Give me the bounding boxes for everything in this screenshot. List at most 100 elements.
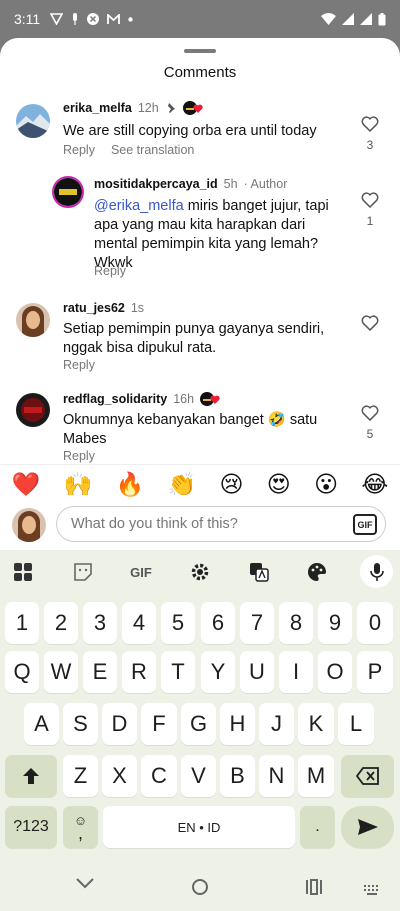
reply-button[interactable]: Reply: [63, 143, 95, 157]
key-t[interactable]: T: [161, 651, 195, 693]
mention-link[interactable]: @erika_melfa: [94, 198, 184, 214]
creator-liked-badge-icon: [200, 392, 222, 406]
key-0[interactable]: 0: [357, 602, 393, 644]
key-z[interactable]: Z: [63, 755, 98, 797]
key-a[interactable]: A: [24, 703, 59, 745]
key-5[interactable]: 5: [161, 602, 195, 644]
key-g[interactable]: G: [181, 703, 216, 745]
key-6[interactable]: 6: [201, 602, 235, 644]
keyboard-gif-button[interactable]: GIF: [126, 561, 156, 583]
drag-handle[interactable]: [184, 49, 216, 53]
comment-time: 1s: [130, 301, 145, 315]
comment-text: Setiap pemimpin punya gayanya sendiri, n…: [63, 321, 325, 356]
author-badge: · Author: [243, 177, 288, 191]
comment-username[interactable]: mositidakpercaya_id: [94, 177, 218, 191]
key-e[interactable]: E: [83, 651, 117, 693]
reaction-heart-eyes[interactable]: 😍: [267, 471, 291, 498]
key-b[interactable]: B: [220, 755, 255, 797]
like-count: 5: [366, 427, 374, 441]
key-8[interactable]: 8: [279, 602, 313, 644]
key-w[interactable]: W: [44, 651, 78, 693]
key-s[interactable]: S: [63, 703, 98, 745]
system-nav-bar: [0, 862, 400, 911]
key-c[interactable]: C: [141, 755, 177, 797]
theme-palette-icon[interactable]: [306, 561, 328, 583]
key-n[interactable]: N: [259, 755, 294, 797]
key-9[interactable]: 9: [318, 602, 352, 644]
reply-button[interactable]: Reply: [63, 449, 95, 463]
key-v[interactable]: V: [181, 755, 216, 797]
settings-gear-icon[interactable]: [189, 561, 211, 583]
avatar[interactable]: [16, 393, 50, 427]
comment-item: redflag_solidarity 16h Oknumnya kebanyak…: [0, 390, 400, 464]
key-d[interactable]: D: [102, 703, 137, 745]
reply-composer: What do you think of this? GIF: [0, 504, 400, 550]
reaction-crying[interactable]: 😢: [219, 471, 243, 498]
reaction-fire[interactable]: 🔥: [116, 471, 145, 498]
key-4[interactable]: 4: [122, 602, 156, 644]
key-u[interactable]: U: [240, 651, 274, 693]
key-2[interactable]: 2: [44, 602, 78, 644]
key-m[interactable]: M: [298, 755, 334, 797]
heart-icon[interactable]: [361, 192, 379, 208]
key-o[interactable]: O: [318, 651, 352, 693]
reaction-raised-hands[interactable]: 🙌: [64, 471, 93, 498]
reply-button[interactable]: Reply: [63, 358, 95, 372]
key-y[interactable]: Y: [201, 651, 235, 693]
recents-icon[interactable]: [305, 879, 323, 900]
heart-icon[interactable]: [361, 405, 379, 421]
translate-icon[interactable]: [248, 561, 270, 583]
quick-reactions-bar: ❤️ 🙌 🔥 👏 😢 😍 😮 😂: [0, 464, 400, 504]
key-1[interactable]: 1: [5, 602, 39, 644]
home-circle-icon[interactable]: [191, 878, 209, 901]
key-7[interactable]: 7: [240, 602, 274, 644]
comment-item: ratu_jes62 1s Setiap pemimpin punya gaya…: [0, 300, 400, 374]
emoji-comma-key[interactable]: ☺ ,: [63, 806, 98, 848]
reply-button[interactable]: Reply: [94, 264, 126, 278]
key-h[interactable]: H: [220, 703, 255, 745]
heart-icon[interactable]: [361, 116, 379, 132]
key-p[interactable]: P: [357, 651, 393, 693]
keyboard-switch-icon[interactable]: [364, 882, 380, 900]
comment-input[interactable]: What do you think of this? GIF: [56, 506, 386, 542]
keyboard: GIF 1 2 3 4 5 6 7 8 9 0 Q W E R T Y U I …: [0, 550, 400, 911]
backspace-key[interactable]: [341, 755, 394, 797]
voice-input-button[interactable]: [360, 555, 393, 588]
reaction-laughing[interactable]: 😂: [361, 471, 388, 498]
key-j[interactable]: J: [259, 703, 294, 745]
sticker-icon[interactable]: [72, 561, 94, 583]
avatar[interactable]: [16, 104, 50, 138]
reaction-clap[interactable]: 👏: [168, 471, 197, 498]
comment-username[interactable]: ratu_jes62: [63, 301, 125, 315]
wifi-icon: [321, 13, 336, 25]
avatar[interactable]: [16, 303, 50, 337]
avatar[interactable]: [52, 176, 84, 208]
comment-username[interactable]: erika_melfa: [63, 101, 132, 115]
shift-key[interactable]: [5, 755, 57, 797]
back-chevron-icon[interactable]: [76, 876, 94, 894]
comment-text: Oknumnya kebanyakan banget 🤣 satu Mabes: [63, 412, 318, 447]
symbols-key[interactable]: ?123: [5, 806, 57, 848]
heart-icon[interactable]: [361, 315, 379, 331]
send-key[interactable]: [341, 806, 394, 848]
apps-grid-icon[interactable]: [12, 561, 34, 583]
key-q[interactable]: Q: [5, 651, 39, 693]
key-i[interactable]: I: [279, 651, 313, 693]
see-translation-button[interactable]: See translation: [111, 143, 194, 157]
reaction-heart[interactable]: ❤️: [12, 471, 41, 498]
key-f[interactable]: F: [141, 703, 177, 745]
reaction-surprised[interactable]: 😮: [314, 471, 338, 498]
key-x[interactable]: X: [102, 755, 137, 797]
microphone-icon: [369, 562, 384, 581]
key-r[interactable]: R: [122, 651, 156, 693]
key-3[interactable]: 3: [83, 602, 117, 644]
key-k[interactable]: K: [298, 703, 334, 745]
sheet-title: Comments: [163, 64, 237, 81]
comment-username[interactable]: redflag_solidarity: [63, 392, 167, 406]
space-key[interactable]: EN • ID: [103, 806, 295, 848]
gif-button[interactable]: GIF: [353, 514, 377, 535]
comment-text: @erika_melfa miris banget jujur, tapi ap…: [94, 198, 329, 271]
period-key[interactable]: .: [300, 806, 335, 848]
key-l[interactable]: L: [338, 703, 374, 745]
like-count: 3: [366, 138, 374, 152]
